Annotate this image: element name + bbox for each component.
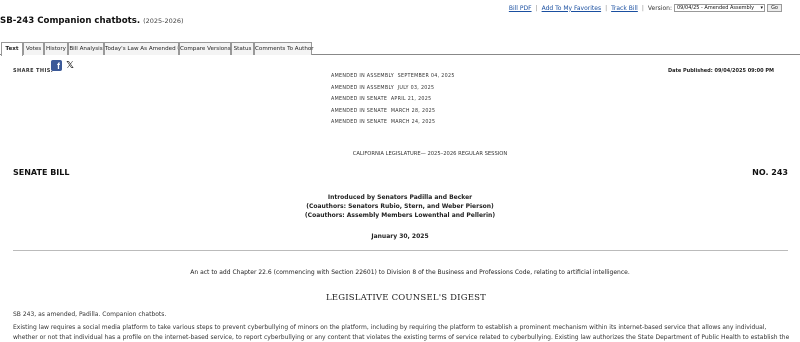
- amendment-date: MARCH 28, 2025: [390, 109, 436, 114]
- version-label: Version:: [647, 4, 672, 12]
- bill-type: SENATE BILL: [13, 168, 70, 177]
- bill-title-text: SB-243 Companion chatbots.: [0, 16, 141, 26]
- tab-compare-versions[interactable]: Compare Versions: [179, 42, 231, 55]
- amendment-date: SEPTEMBER 04, 2025: [397, 74, 455, 79]
- tab-bill-analysis[interactable]: Bill Analysis: [68, 42, 104, 55]
- amendment-date: JULY 03, 2025: [397, 86, 435, 91]
- chevron-down-icon: ▾: [760, 5, 764, 11]
- bill-actions: Bill PDF | Add To My Favorites | Track B…: [509, 4, 782, 12]
- amendment-line: AMENDED IN SENATE MARCH 24, 2025: [0, 120, 800, 125]
- introduced-by: Introduced by Senators Padilla and Becke…: [327, 194, 473, 201]
- session-label: (2025-2026): [143, 17, 184, 25]
- digest-heading: LEGISLATIVE COUNSEL'S DIGEST: [325, 293, 487, 303]
- amendment-line: AMENDED IN SENATE APRIL 21, 2025: [0, 97, 800, 102]
- separator: |: [641, 4, 644, 12]
- introduced-date: January 30, 2025: [371, 233, 429, 240]
- track-bill-link[interactable]: Track Bill: [611, 5, 638, 12]
- separator: |: [535, 4, 538, 12]
- amendment-house: AMENDED IN ASSEMBLY: [331, 74, 395, 79]
- amendment-house: AMENDED IN ASSEMBLY: [331, 86, 395, 91]
- amendment-line: AMENDED IN ASSEMBLY SEPTEMBER 04, 2025: [0, 74, 800, 79]
- act-title: An act to add Chapter 22.6 (commencing w…: [190, 269, 630, 276]
- tab-text[interactable]: Text: [1, 42, 23, 56]
- top-bar: SB-243 Companion chatbots. (2025-2026) Bi…: [0, 0, 800, 40]
- go-button[interactable]: Go: [767, 4, 782, 12]
- facebook-icon[interactable]: f: [51, 60, 62, 71]
- coauthors-assembly: (Coauthors: Assembly Members Lowenthal a…: [304, 212, 496, 219]
- coauthors-senators: (Coauthors: Senators Rubio, Stern, and W…: [306, 203, 494, 210]
- amendment-house: AMENDED IN SENATE: [331, 109, 388, 114]
- bill-tabs: Text Votes History Bill Analysis Today's…: [0, 42, 800, 56]
- separator: |: [605, 4, 608, 12]
- digest-paragraph: Existing law requires a social media pla…: [13, 324, 790, 341]
- amendment-house: AMENDED IN SENATE: [331, 120, 388, 125]
- amendment-line: AMENDED IN ASSEMBLY JULY 03, 2025: [0, 86, 800, 91]
- tab-todays-law-as-amended[interactable]: Today's Law As Amended ⓘ: [104, 42, 183, 55]
- bill-number: NO. 243: [752, 168, 788, 177]
- amendment-house: AMENDED IN SENATE: [331, 97, 388, 102]
- amendment-line: AMENDED IN SENATE MARCH 28, 2025: [0, 109, 800, 114]
- version-select-value: 09/04/25 - Amended Assembly: [676, 5, 755, 11]
- amendment-date: MARCH 24, 2025: [390, 120, 436, 125]
- tab-comments-to-author[interactable]: Comments To Author: [254, 42, 314, 55]
- digest-bill-line: SB 243, as amended, Padilla. Companion c…: [13, 311, 167, 318]
- legislature-session: CALIFORNIA LEGISLATURE— 2025–2026 REGULA…: [352, 151, 508, 157]
- tab-history[interactable]: History: [44, 42, 68, 55]
- tab-status[interactable]: Status: [231, 42, 254, 55]
- version-select[interactable]: 09/04/25 - Amended Assembly ▾: [673, 4, 766, 12]
- bill-title: SB-243 Companion chatbots. (2025-2026): [0, 16, 184, 26]
- x-twitter-icon[interactable]: 𝕏: [66, 61, 76, 71]
- amendment-date: APRIL 21, 2025: [390, 97, 432, 102]
- bill-pdf-link[interactable]: Bill PDF: [509, 5, 532, 12]
- add-to-favorites-link[interactable]: Add To My Favorites: [542, 5, 601, 12]
- divider: [13, 250, 788, 251]
- tab-votes[interactable]: Votes: [23, 42, 44, 55]
